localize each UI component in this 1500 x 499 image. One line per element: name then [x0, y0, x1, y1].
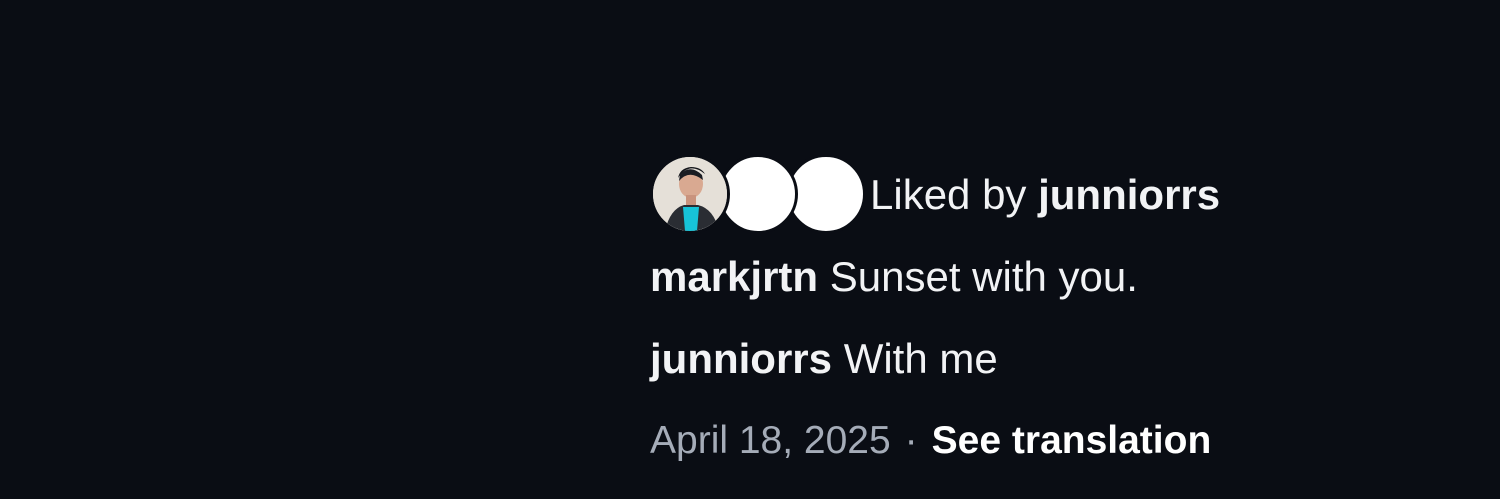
- caption-text: Sunset with you.: [829, 253, 1138, 300]
- see-translation-link[interactable]: See translation: [932, 419, 1212, 462]
- comment: junniorrs With me: [650, 318, 1410, 400]
- post-date: April 18, 2025: [650, 419, 891, 462]
- post-metadata: Liked by junniorrs markjrtn Sunset with …: [650, 154, 1410, 482]
- avatar[interactable]: [650, 154, 730, 234]
- profile-photo-icon: [653, 157, 727, 231]
- caption: markjrtn Sunset with you.: [650, 236, 1410, 318]
- comment-username[interactable]: junniorrs: [650, 335, 832, 382]
- avatar[interactable]: [718, 154, 798, 234]
- caption-username[interactable]: markjrtn: [650, 253, 818, 300]
- avatar[interactable]: [786, 154, 866, 234]
- separator-dot: ·: [904, 419, 918, 462]
- likes-row: Liked by junniorrs: [650, 154, 1410, 236]
- post-footer: April 18, 2025 · See translation: [650, 400, 1410, 482]
- liker-avatars[interactable]: [650, 154, 866, 236]
- liked-by-text[interactable]: Liked by junniorrs: [870, 154, 1220, 236]
- liked-by-username[interactable]: junniorrs: [1038, 171, 1220, 218]
- liked-by-prefix: Liked by: [870, 171, 1027, 218]
- comment-text: With me: [843, 335, 998, 382]
